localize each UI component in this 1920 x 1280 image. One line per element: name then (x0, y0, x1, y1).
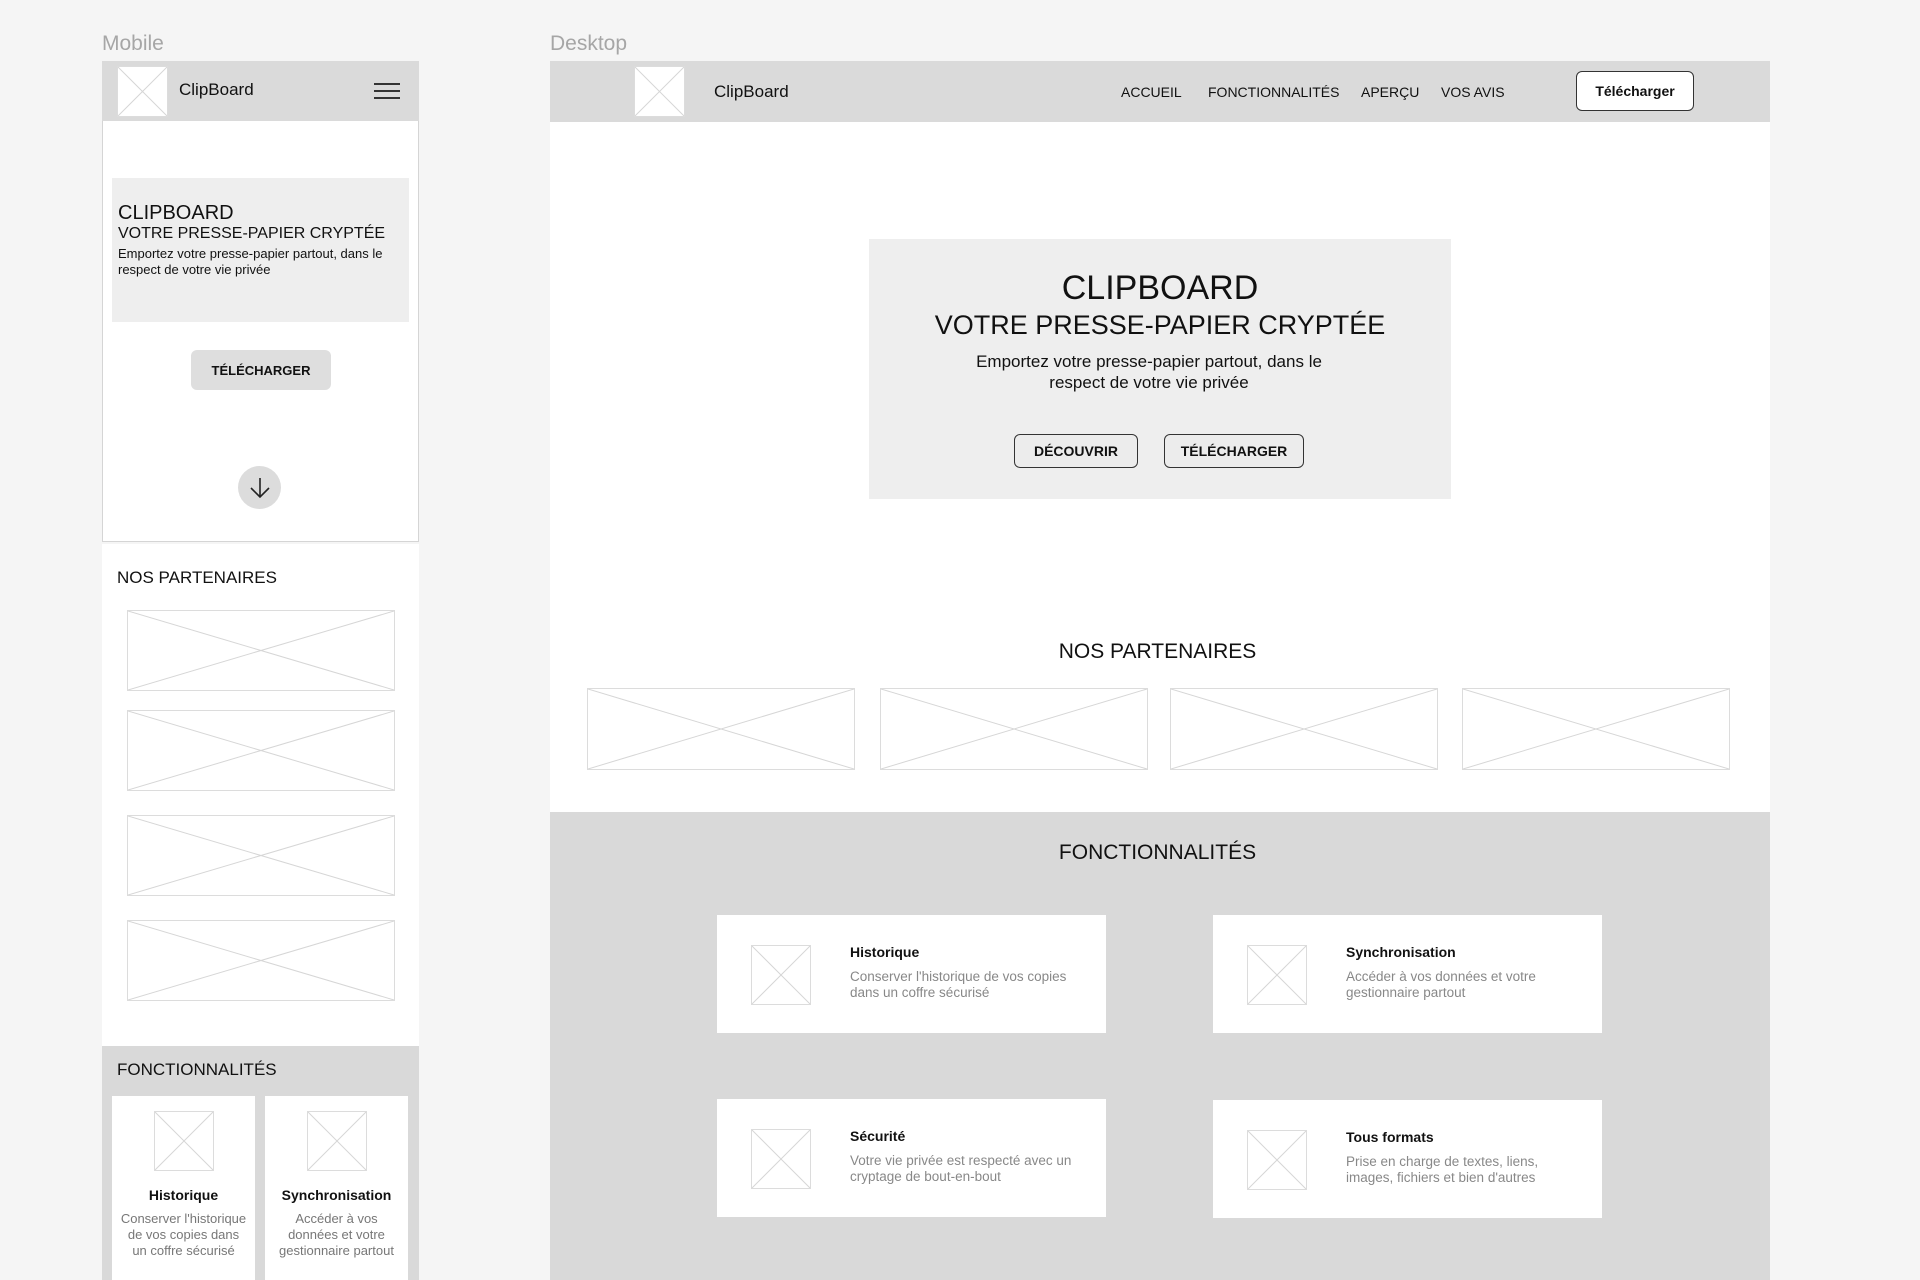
feature-description: Accéder à vos données et votre gestionna… (279, 1211, 394, 1258)
feature-title: Historique (850, 944, 920, 960)
partner-logo-placeholder (127, 710, 395, 791)
download-button[interactable]: TÉLÉCHARGER (1164, 434, 1304, 468)
brand-name[interactable]: ClipBoard (179, 80, 254, 100)
brand-name[interactable]: ClipBoard (714, 82, 789, 102)
feature-title: Historique (148, 1187, 219, 1203)
partners-title: NOS PARTENAIRES (117, 568, 277, 587)
nav-item-apercu[interactable]: APERÇU (1361, 84, 1419, 100)
desktop-frame-label: Desktop (550, 32, 628, 55)
feature-title: Sécurité (850, 1128, 906, 1144)
feature-card: Sécurité Votre vie privée est respecté a… (717, 1099, 1106, 1217)
hero-title: CLIPBOARD (1061, 269, 1259, 307)
partner-logo-placeholder (127, 815, 395, 896)
arrow-down-icon[interactable] (238, 466, 281, 509)
partner-logo-placeholder (587, 688, 855, 770)
mobile-header: ClipBoard (102, 61, 419, 121)
logo-placeholder-icon (634, 66, 685, 117)
mobile-hero-card: CLIPBOARD VOTRE PRESSE-PAPIER CRYPTÉE Em… (112, 178, 409, 322)
discover-button[interactable]: DÉCOUVRIR (1014, 434, 1138, 468)
feature-description: Accéder à vos données et votre gestionna… (1346, 969, 1536, 1000)
features-title: FONCTIONNALITÉS (117, 1060, 277, 1079)
image-placeholder-icon (307, 1111, 367, 1171)
feature-description: Conserver l'historique de vos copies dan… (850, 969, 1067, 1000)
image-placeholder-icon (751, 945, 811, 1005)
features-title: FONCTIONNALITÉS (1058, 841, 1257, 864)
header-download-button[interactable]: Télécharger (1576, 71, 1694, 111)
image-placeholder-icon (1247, 945, 1307, 1005)
desktop-frame: ClipBoard ACCUEIL FONCTIONNALITÉS APERÇU… (550, 61, 1770, 1280)
feature-card: Historique Conserver l'historique de vos… (717, 915, 1106, 1033)
nav-item-vos-avis[interactable]: VOS AVIS (1441, 84, 1505, 100)
feature-description: Conserver l'historique de vos copies dan… (120, 1211, 247, 1258)
hero-description: Emportez votre presse-papier partout, da… (118, 246, 383, 277)
feature-title: Synchronisation (281, 1187, 392, 1203)
desktop-hero-card: CLIPBOARD VOTRE PRESSE-PAPIER CRYPTÉE Em… (869, 239, 1451, 499)
nav-item-fonctionnalites[interactable]: FONCTIONNALITÉS (1208, 84, 1339, 100)
partner-logo-placeholder (1170, 688, 1438, 770)
image-placeholder-icon (154, 1111, 214, 1171)
partner-logo-placeholder (127, 920, 395, 1001)
mobile-partners-section: NOS PARTENAIRES (102, 544, 419, 1046)
feature-description: Prise en charge de textes, liens, images… (1346, 1154, 1539, 1185)
image-placeholder-icon (1247, 1130, 1307, 1190)
feature-card: Tous formats Prise en charge de textes, … (1213, 1100, 1602, 1218)
partner-logo-placeholder (1462, 688, 1730, 770)
hamburger-menu-icon[interactable] (374, 83, 400, 101)
logo-placeholder-icon (117, 66, 168, 117)
partner-logo-placeholder (127, 610, 395, 691)
desktop-features-section: FONCTIONNALITÉS Historique Conserver l'h… (550, 812, 1770, 1280)
feature-title: Tous formats (1346, 1129, 1434, 1145)
desktop-header: ClipBoard ACCUEIL FONCTIONNALITÉS APERÇU… (550, 61, 1770, 122)
nav-item-accueil[interactable]: ACCUEIL (1121, 84, 1182, 100)
feature-card: Synchronisation Accéder à vos données et… (265, 1096, 408, 1280)
feature-description: Votre vie privée est respecté avec un cr… (850, 1153, 1072, 1184)
feature-card: Synchronisation Accéder à vos données et… (1213, 915, 1602, 1033)
feature-title: Synchronisation (1346, 944, 1456, 960)
hero-title: CLIPBOARD (118, 202, 234, 224)
hero-description: Emportez votre presse-papier partout, da… (976, 352, 1322, 392)
mobile-features-section: FONCTIONNALITÉS Historique Conserver l'h… (102, 1046, 419, 1280)
mobile-frame: ClipBoard CLIPBOARD VOTRE PRESSE-PAPIER … (102, 61, 419, 1280)
mobile-frame-label: Mobile (102, 32, 164, 55)
hero-subtitle: VOTRE PRESSE-PAPIER CRYPTÉE (934, 310, 1386, 340)
hero-subtitle: VOTRE PRESSE-PAPIER CRYPTÉE (118, 225, 386, 242)
partner-logo-placeholder (880, 688, 1148, 770)
feature-card: Historique Conserver l'historique de vos… (112, 1096, 255, 1280)
partners-title: NOS PARTENAIRES (1058, 640, 1257, 663)
image-placeholder-icon (751, 1129, 811, 1189)
download-button[interactable]: TÉLÉCHARGER (191, 350, 331, 390)
